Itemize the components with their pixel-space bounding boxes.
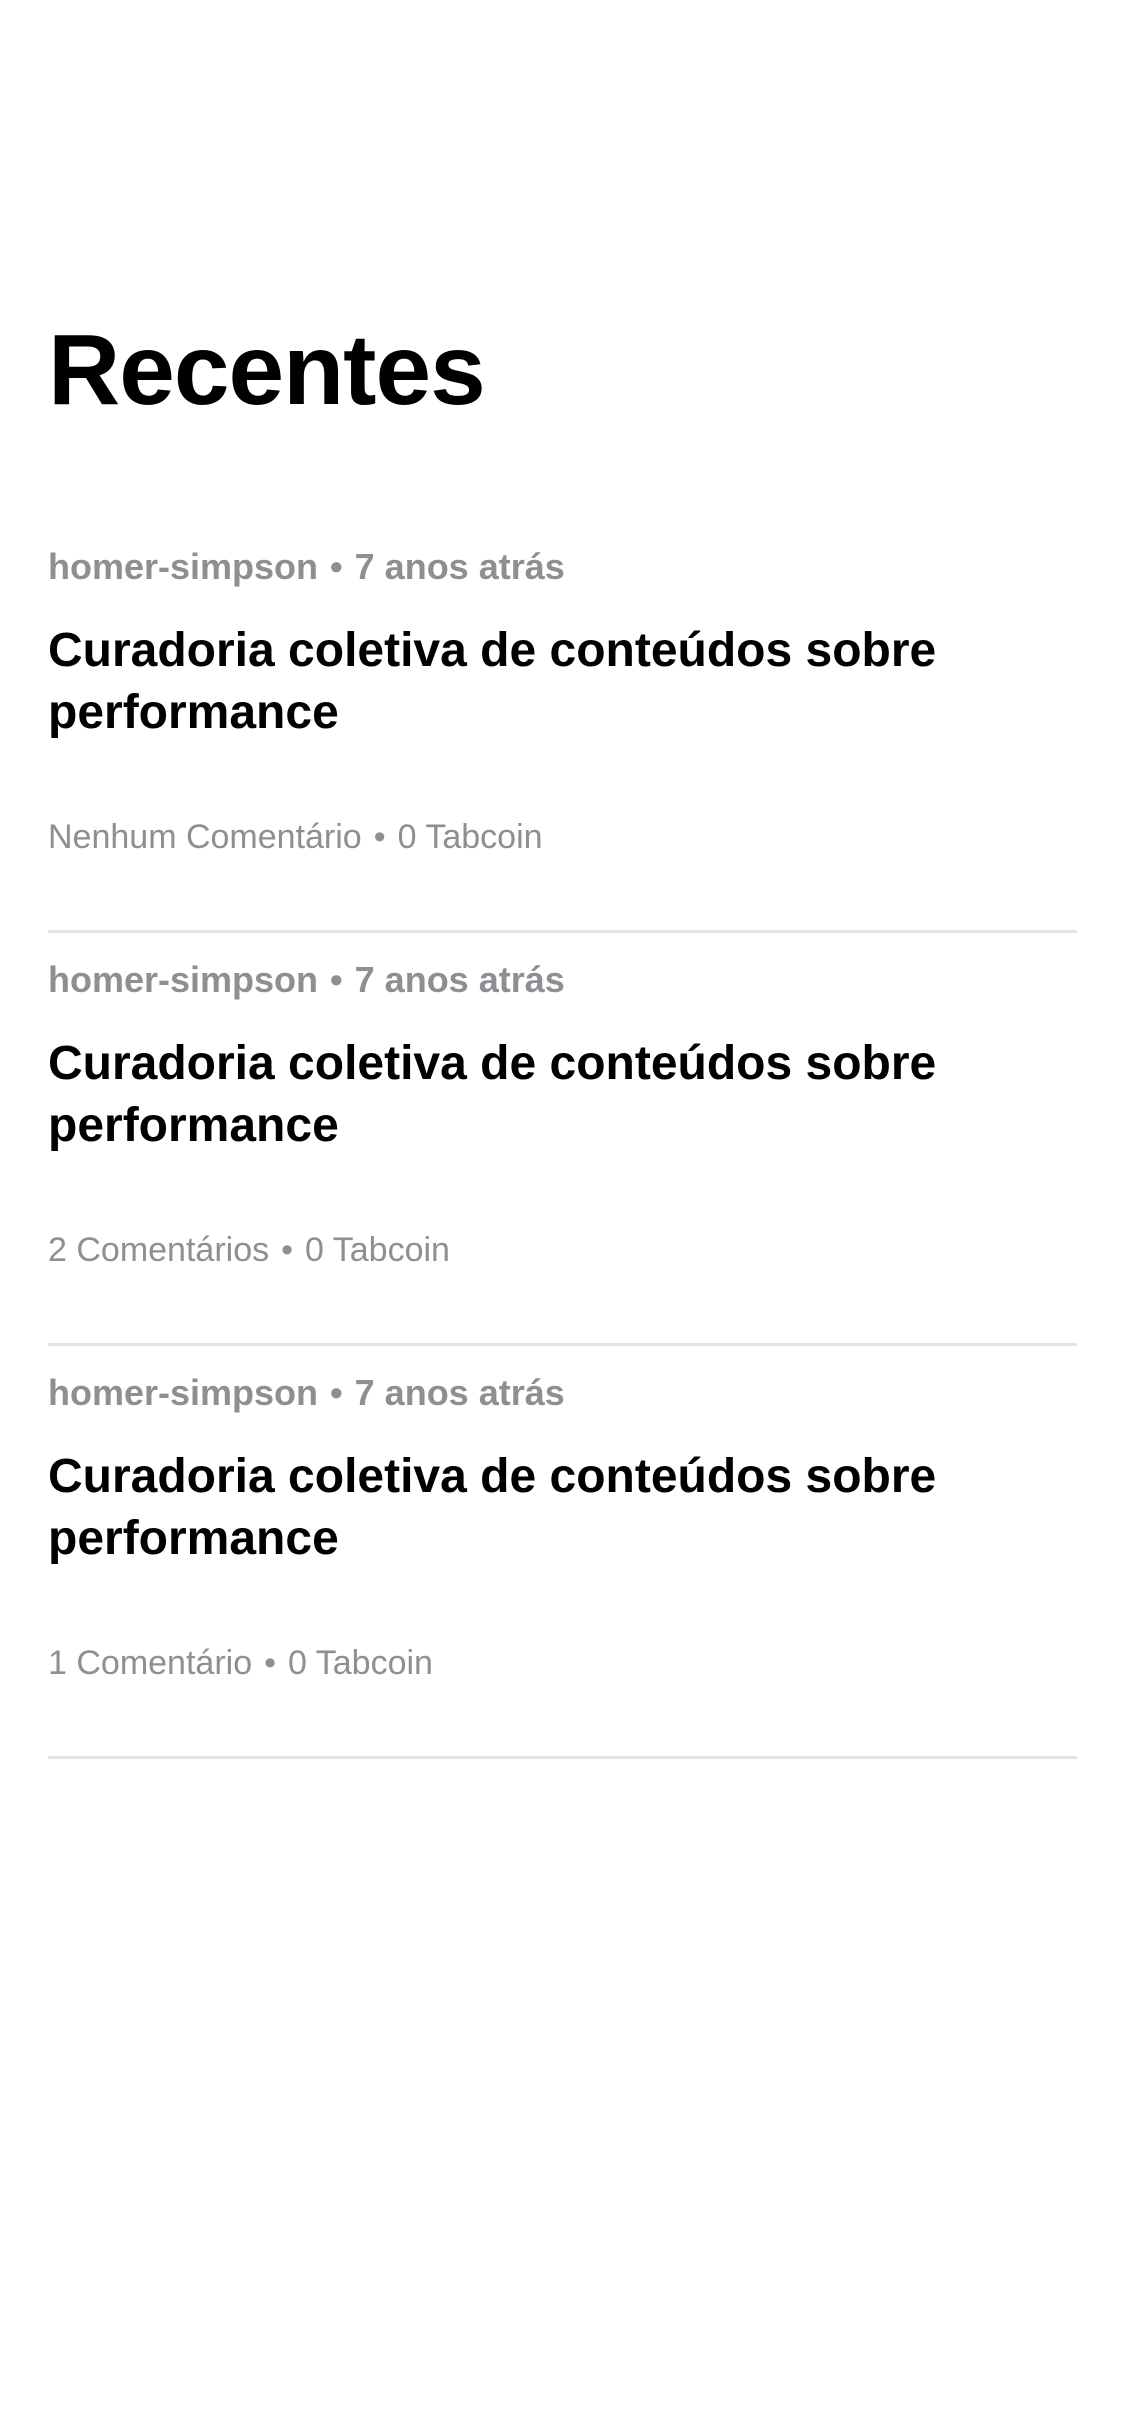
post-comments[interactable]: 2 Comentários (48, 1231, 269, 1269)
stats-separator: • (281, 1231, 294, 1269)
post-stats: 2 Comentários • 0 Tabcoin (48, 1225, 450, 1275)
post-stats: 1 Comentário • 0 Tabcoin (48, 1638, 433, 1688)
post-tabcoins: 0 Tabcoin (305, 1231, 450, 1269)
post-time: 7 anos atrás (354, 1372, 565, 1413)
post-item[interactable]: homer-simpson • 7 anos atrás Curadoria col… (48, 1346, 1077, 1759)
post-time: 7 anos atrás (354, 959, 565, 1000)
post-title[interactable]: Curadoria coletiva de conteúdos sobre pe… (48, 1033, 1008, 1157)
stats-separator: • (373, 818, 386, 856)
post-time: 7 anos atrás (354, 546, 565, 587)
post-comments[interactable]: 1 Comentário (48, 1644, 252, 1682)
post-author[interactable]: homer-simpson (48, 959, 318, 1000)
post-author[interactable]: homer-simpson (48, 546, 318, 587)
post-item[interactable]: homer-simpson • 7 anos atrás Curadoria col… (48, 933, 1077, 1346)
page-title: Recentes (48, 314, 486, 426)
post-stats: Nenhum Comentário • 0 Tabcoin (48, 812, 543, 862)
post-feed: homer-simpson • 7 anos atrás Curadoria col… (48, 520, 1077, 1759)
post-item[interactable]: homer-simpson • 7 anos atrás Curadoria col… (48, 520, 1077, 933)
meta-separator: • (330, 959, 343, 1000)
post-comments[interactable]: Nenhum Comentário (48, 818, 362, 856)
post-title[interactable]: Curadoria coletiva de conteúdos sobre pe… (48, 1446, 1008, 1570)
post-author[interactable]: homer-simpson (48, 1372, 318, 1413)
post-meta: homer-simpson • 7 anos atrás (48, 955, 565, 1005)
post-meta: homer-simpson • 7 anos atrás (48, 1368, 565, 1418)
post-meta: homer-simpson • 7 anos atrás (48, 542, 565, 592)
post-title[interactable]: Curadoria coletiva de conteúdos sobre pe… (48, 620, 1008, 744)
stats-separator: • (264, 1644, 277, 1682)
meta-separator: • (330, 546, 343, 587)
meta-separator: • (330, 1372, 343, 1413)
post-tabcoins: 0 Tabcoin (397, 818, 543, 856)
post-tabcoins: 0 Tabcoin (288, 1644, 433, 1682)
